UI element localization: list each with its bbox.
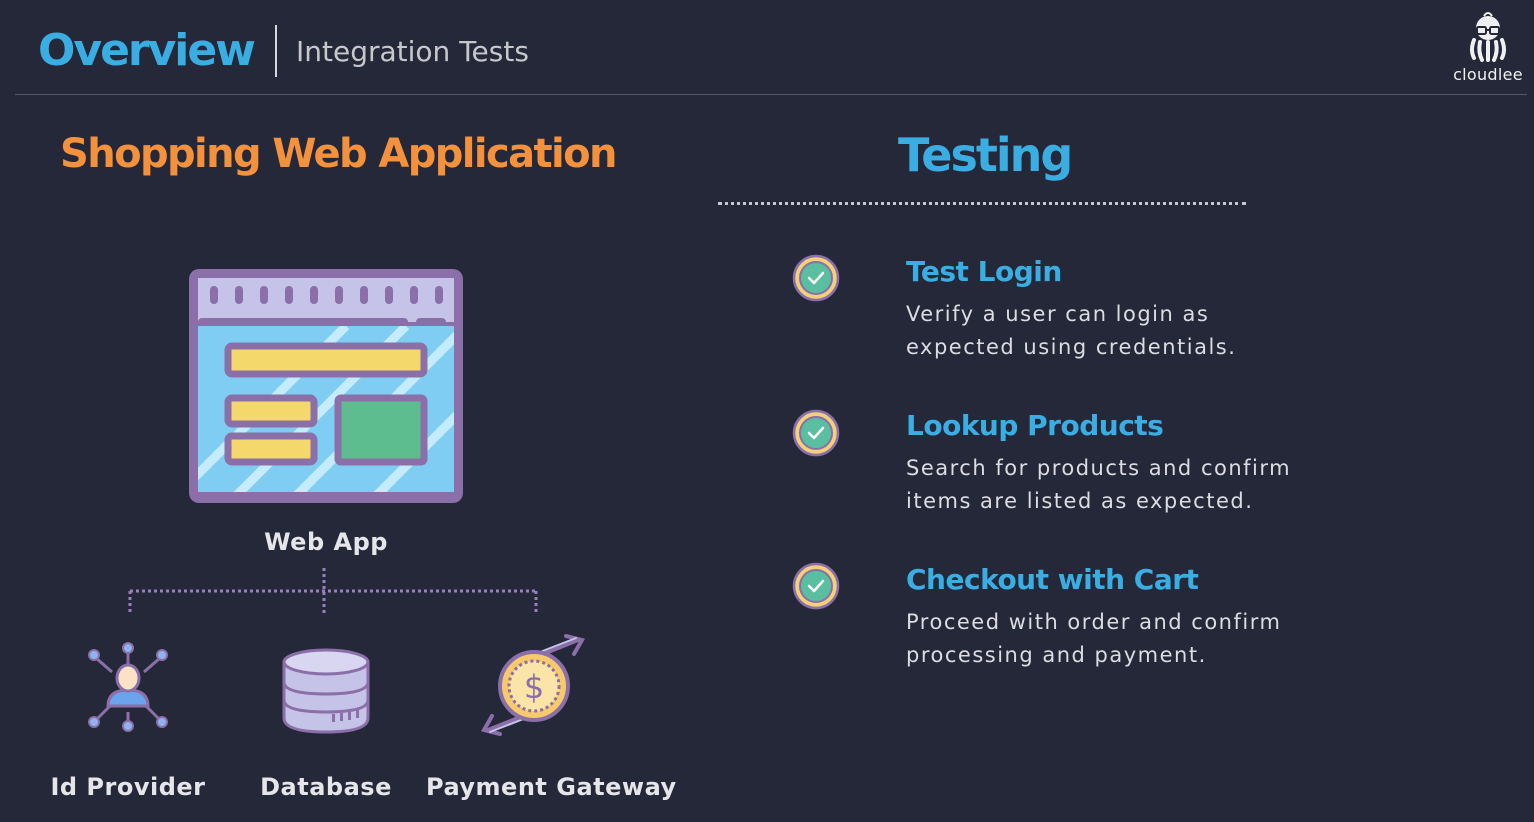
check-circle-icon bbox=[792, 562, 840, 610]
dependency-label-id-provider: Id Provider bbox=[50, 773, 206, 801]
web-app-label: Web App bbox=[264, 528, 388, 556]
dependency-connector bbox=[128, 568, 538, 614]
left-section-heading: Shopping Web Application bbox=[60, 131, 618, 177]
header-rule bbox=[15, 94, 1527, 95]
test-title-lookup-products: Lookup Products bbox=[906, 409, 1164, 442]
svg-text:$: $ bbox=[524, 668, 544, 706]
check-circle-icon bbox=[792, 409, 840, 457]
payment-exchange-icon: $ bbox=[480, 634, 586, 736]
web-app-window-icon bbox=[189, 269, 463, 503]
dotted-divider bbox=[718, 202, 1246, 205]
dependency-label-database: Database bbox=[260, 773, 392, 801]
brand-name: cloudlee bbox=[1453, 65, 1523, 84]
identity-network-icon bbox=[88, 642, 168, 732]
database-icon bbox=[282, 648, 370, 734]
check-circle-icon bbox=[792, 254, 840, 302]
page-title: Overview bbox=[38, 25, 256, 76]
dependency-label-payment-gateway: Payment Gateway bbox=[426, 773, 677, 801]
octopus-mascot-icon bbox=[1470, 12, 1506, 62]
header-divider bbox=[275, 25, 277, 77]
brand-logo: cloudlee bbox=[1448, 10, 1528, 86]
test-description-lookup-products: Search for products and confirm items ar… bbox=[906, 456, 1292, 513]
test-description-login: Verify a user can login as expected usin… bbox=[906, 302, 1237, 359]
test-title-login: Test Login bbox=[906, 255, 1062, 288]
page-subtitle: Integration Tests bbox=[296, 35, 529, 68]
test-description-checkout: Proceed with order and confirm processin… bbox=[906, 610, 1282, 667]
test-title-checkout: Checkout with Cart bbox=[906, 563, 1199, 596]
right-section-heading: Testing bbox=[898, 128, 1073, 182]
